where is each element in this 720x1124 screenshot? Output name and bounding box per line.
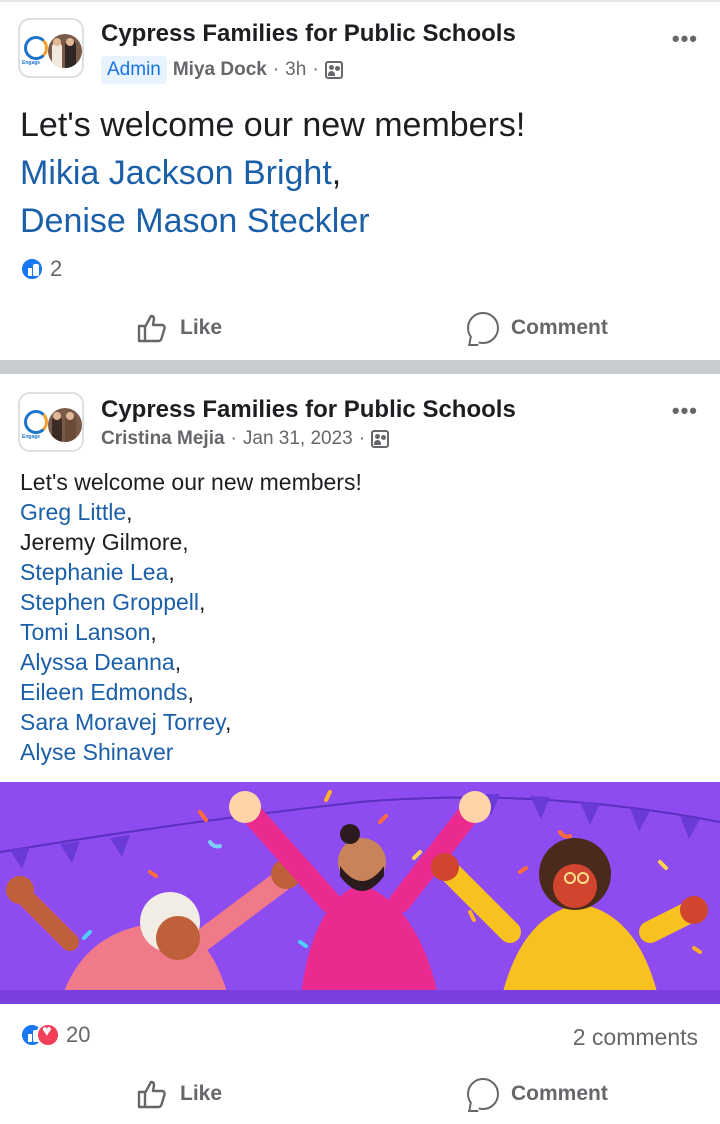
feed-separator [0, 360, 720, 374]
member-link[interactable]: Mikia Jackson Bright [20, 154, 332, 192]
member-link[interactable]: Greg Little [20, 499, 126, 525]
author-name[interactable]: Cristina Mejia [101, 428, 225, 450]
more-horizontal-icon[interactable]: ••• [672, 398, 698, 424]
comments-count[interactable]: 2 comments [573, 1024, 698, 1051]
welcome-celebration-image[interactable] [0, 782, 720, 1004]
group-name[interactable]: Cypress Families for Public Schools [101, 396, 516, 424]
celebration-illustration [0, 782, 720, 1004]
group-photo [48, 34, 82, 68]
author-name[interactable]: Miya Dock [173, 59, 267, 81]
audience-group-icon [324, 61, 343, 79]
post-2: Engage Cypress Families for Public Schoo… [0, 374, 720, 1124]
comma: , [331, 154, 342, 192]
member-link[interactable]: Alyssa Deanna [20, 649, 175, 675]
group-name[interactable]: Cypress Families for Public Schools [101, 20, 516, 48]
comment-label: Comment [511, 316, 608, 339]
post-text-line: Let's welcome our new members! [20, 469, 362, 495]
meta-separator: · [230, 428, 237, 449]
member-link[interactable]: Alyse Shinaver [20, 739, 173, 765]
comment-button[interactable]: Comment [467, 1078, 608, 1110]
post-text-line: Let's welcome our new members! [20, 106, 526, 144]
reaction-summary[interactable]: 20 [20, 1022, 90, 1048]
post-meta: Admin Miya Dock · 3h · [101, 56, 343, 84]
meta-separator: · [272, 59, 280, 80]
comma: , [187, 679, 194, 705]
thumb-up-icon [137, 314, 166, 343]
comma: , [174, 649, 182, 675]
meta-separator: · [312, 59, 319, 80]
thumb-up-icon [137, 1080, 166, 1109]
member-link[interactable]: Denise Mason Steckler [20, 202, 370, 240]
member-link[interactable]: Stephanie Lea [20, 559, 168, 585]
like-button[interactable]: Like [136, 312, 222, 344]
reaction-count: 2 [50, 256, 63, 281]
comment-bubble-icon [467, 312, 499, 344]
reaction-summary[interactable]: 2 [20, 256, 62, 282]
like-label: Like [180, 316, 223, 339]
comment-label: Comment [511, 1082, 608, 1105]
post-time[interactable]: 3h [285, 59, 306, 81]
group-logo-icon [24, 36, 48, 60]
post-body: Let's welcome our new members! Mikia Jac… [20, 101, 525, 245]
post-body: Let's welcome our new members! Greg Litt… [20, 467, 362, 767]
member-link[interactable]: Sara Moravej Torrey [20, 709, 225, 735]
more-horizontal-icon[interactable]: ••• [672, 26, 698, 52]
audience-group-icon [371, 430, 390, 448]
comma: , [126, 499, 133, 525]
group-logo-icon [24, 410, 48, 434]
like-label: Like [180, 1082, 223, 1105]
member-link[interactable]: Stephen Groppell [20, 589, 199, 615]
comment-bubble-icon [467, 1078, 499, 1110]
post-meta: Cristina Mejia · Jan 31, 2023 · [101, 428, 390, 450]
group-avatar[interactable]: Engage [18, 18, 84, 78]
love-reaction-icon [36, 1023, 60, 1047]
member-link[interactable]: Tomi Lanson [20, 619, 150, 645]
admin-badge: Admin [101, 56, 167, 84]
reaction-count: 20 [66, 1022, 91, 1047]
comment-button[interactable]: Comment [467, 312, 608, 344]
like-reaction-icon [20, 257, 44, 281]
member-link[interactable]: Eileen Edmonds [20, 679, 188, 705]
logo-tag: Engage [22, 434, 41, 440]
logo-tag: Engage [22, 60, 41, 66]
like-button[interactable]: Like [136, 1078, 222, 1110]
group-photo [48, 408, 82, 442]
meta-separator: · [358, 428, 366, 449]
comma: , [224, 709, 232, 735]
post-1: Engage Cypress Families for Public Schoo… [0, 2, 720, 360]
member-name-plain: Jeremy Gilmore, [20, 529, 189, 555]
comma: , [150, 619, 157, 645]
comma: , [168, 559, 175, 585]
comma: , [199, 589, 206, 615]
group-avatar[interactable]: Engage [18, 392, 84, 452]
post-time[interactable]: Jan 31, 2023 [243, 428, 353, 450]
